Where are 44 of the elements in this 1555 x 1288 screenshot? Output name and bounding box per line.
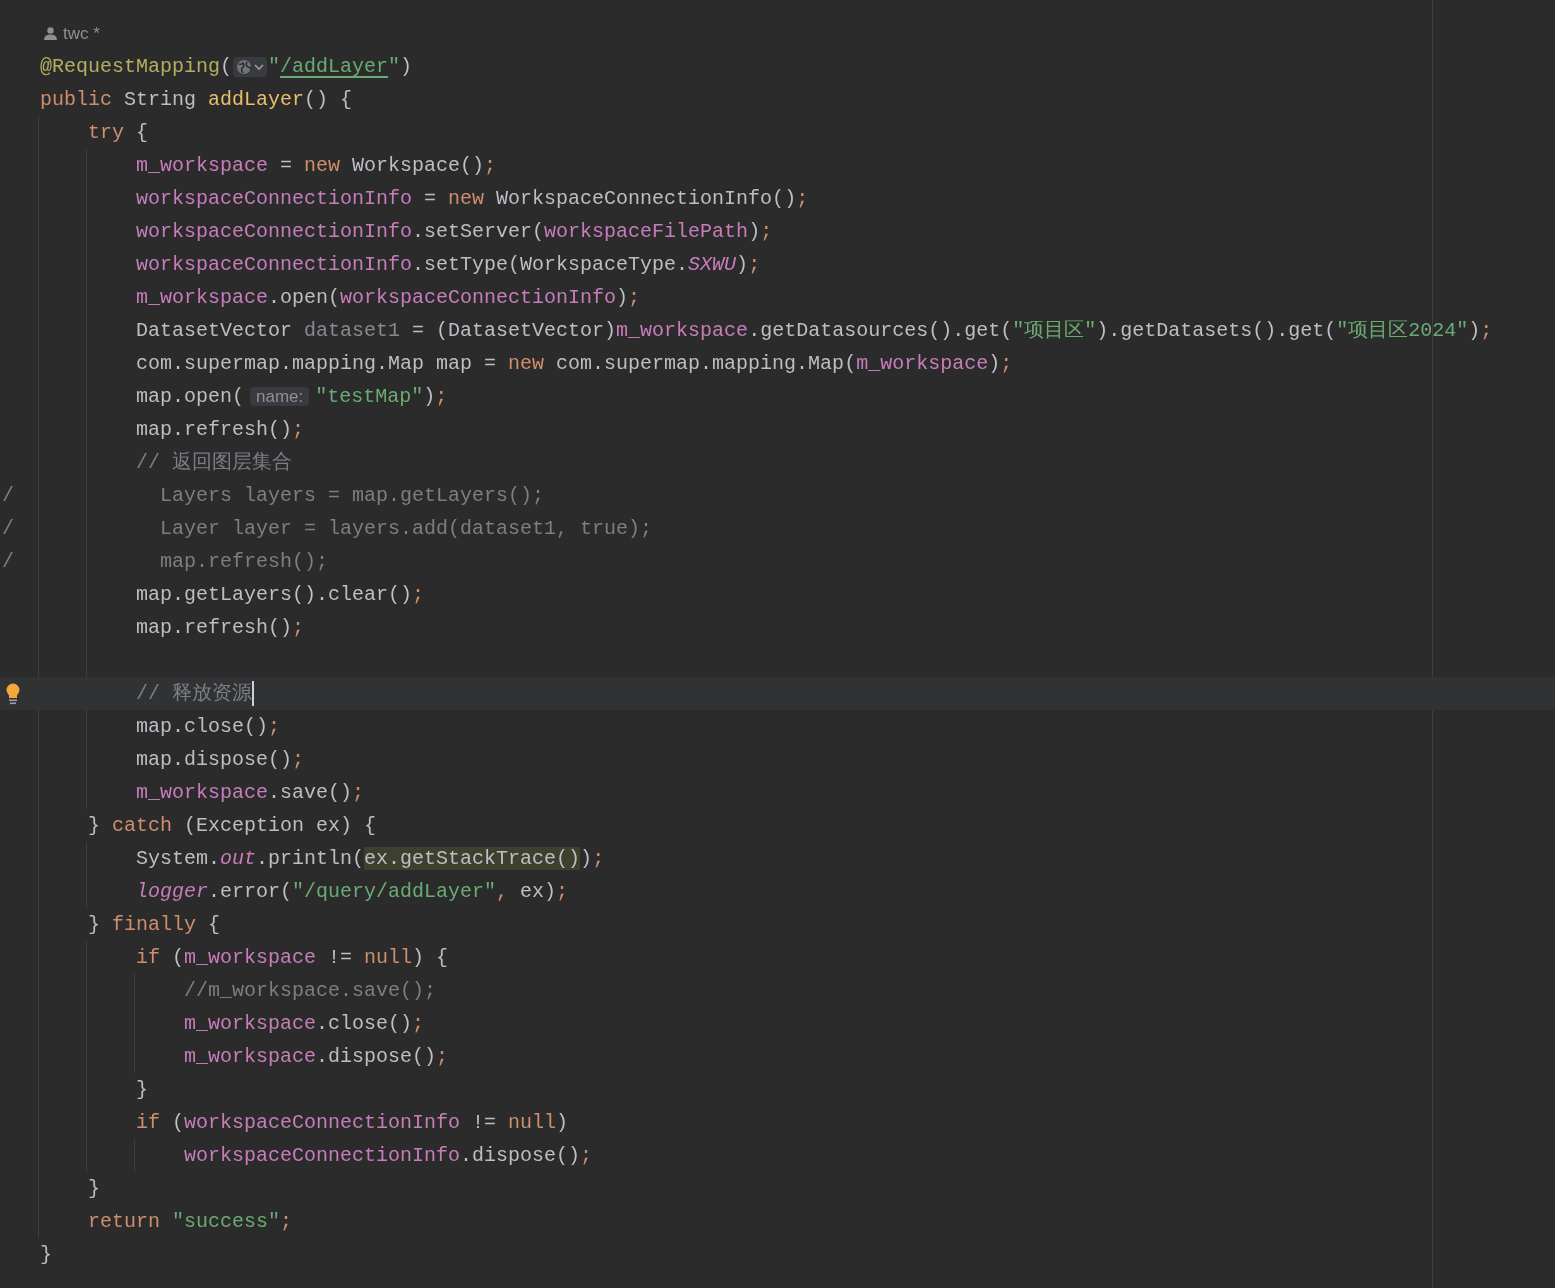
code-line: Layer layer = layers.add(dataset1, true); xyxy=(159,516,653,542)
code-line: m_workspace.dispose(); xyxy=(184,1044,449,1070)
code-line: System.out.println(ex.getStackTrace()); xyxy=(136,846,605,872)
code-line: workspaceConnectionInfo.dispose(); xyxy=(184,1143,593,1169)
code-line: m_workspace.open(workspaceConnectionInfo); xyxy=(136,285,641,311)
code-line: public String addLayer() { xyxy=(40,87,353,113)
code-line: } catch (Exception ex) { xyxy=(88,813,377,839)
code-line: workspaceConnectionInfo = new WorkspaceConnectionInfo(); xyxy=(136,186,809,212)
code-line: map.refresh(); xyxy=(159,549,329,575)
code-line: map.close(); xyxy=(136,714,281,740)
code-line: map.open( name: "testMap"); xyxy=(136,384,448,410)
comment-marker: / xyxy=(2,549,14,575)
code-line: map.refresh(); xyxy=(136,615,305,641)
code-line: } xyxy=(40,1242,52,1268)
code-line: try { xyxy=(88,120,149,146)
code-line: Layers layers = map.getLayers(); xyxy=(159,483,545,509)
code-line: } finally { xyxy=(88,912,221,938)
code-line: m_workspace.close(); xyxy=(184,1011,425,1037)
code-line: map.refresh(); xyxy=(136,417,305,443)
code-line: workspaceConnectionInfo.setServer(workspaceFilePath); xyxy=(136,219,773,245)
person-icon xyxy=(43,27,58,40)
code-line: workspaceConnectionInfo.setType(WorkspaceType.SXWU); xyxy=(136,252,761,278)
lightbulb-icon[interactable] xyxy=(5,682,21,705)
code-line: map.getLayers().clear(); xyxy=(136,582,425,608)
code-line: if (m_workspace != null) { xyxy=(136,945,449,971)
code-line: @RequestMapping( "/addLayer") xyxy=(40,54,413,80)
code-line: com.supermap.mapping.Map map = new com.supermap.mapping.Map(m_workspace); xyxy=(136,351,1013,377)
code-line: } xyxy=(88,1176,100,1202)
code-line: DatasetVector dataset1 = (DatasetVector)m_workspace.getDatasources().get("项目区").getDatasets().get("项目区2024"); xyxy=(136,318,1493,344)
code-line: map.dispose(); xyxy=(136,747,305,773)
code-line: m_workspace = new Workspace(); xyxy=(136,153,497,179)
web-icon[interactable] xyxy=(233,56,268,77)
code-line: if (workspaceConnectionInfo != null) xyxy=(136,1110,569,1136)
code-line: return "success"; xyxy=(88,1209,293,1235)
text-cursor xyxy=(252,681,254,706)
code-line: //m_workspace.save(); xyxy=(184,978,437,1004)
comment-marker: / xyxy=(2,483,14,509)
code-line: // 释放资源 xyxy=(136,681,252,707)
code-line: logger.error("/query/addLayer", ex); xyxy=(136,879,569,905)
code-line: m_workspace.save(); xyxy=(136,780,365,806)
comment-marker: / xyxy=(2,516,14,542)
author-label[interactable]: twc * xyxy=(63,20,100,47)
code-line: // 返回图层集合 xyxy=(136,450,292,476)
code-line: } xyxy=(136,1077,148,1103)
